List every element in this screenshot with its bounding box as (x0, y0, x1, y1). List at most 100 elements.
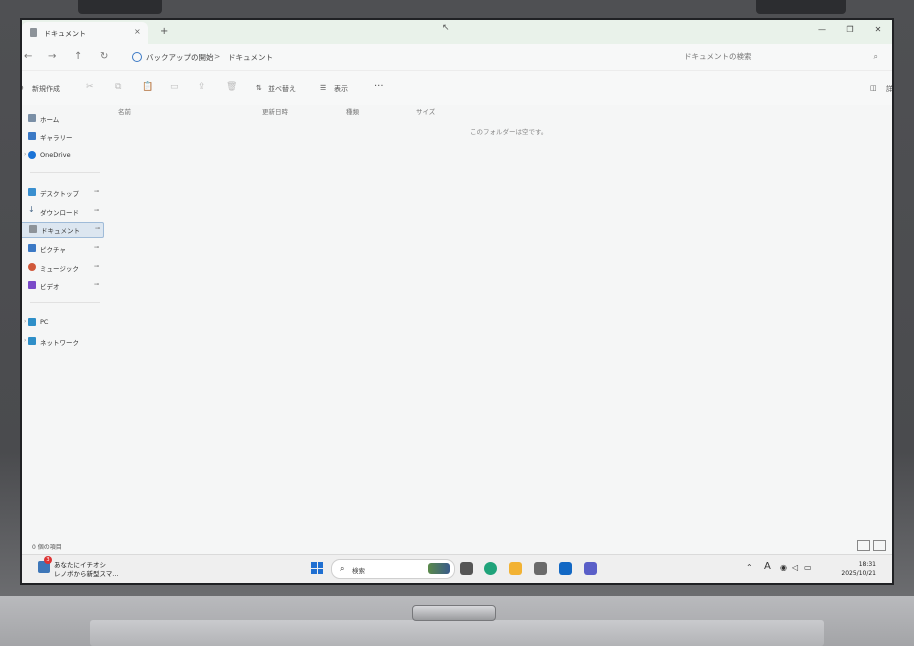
more-button[interactable]: ··· (374, 81, 384, 92)
clock-date: 2025/10/21 (841, 570, 876, 577)
sidebar-divider (30, 172, 100, 173)
sidebar-item-label: ミュージック (40, 265, 79, 273)
desktop-icon (28, 188, 36, 196)
chevron-right-icon[interactable]: › (24, 337, 26, 344)
column-header-type[interactable]: 種類 (346, 106, 359, 116)
item-count: 0 個の項目 (32, 544, 62, 551)
document-tab-icon (30, 28, 37, 37)
search-highlight-image (428, 563, 450, 574)
sidebar-item-label: PC (40, 318, 49, 326)
gallery-icon (28, 132, 36, 140)
tab-close-button[interactable]: × (134, 27, 141, 36)
breadcrumb-backup[interactable]: バックアップの開始 (146, 52, 214, 63)
search-input[interactable] (678, 48, 870, 65)
close-button[interactable]: ✕ (864, 20, 892, 40)
sidebar-divider (30, 302, 100, 303)
sidebar-item-label: ギャラリー (40, 134, 73, 142)
tab-label: ドキュメント (44, 30, 86, 38)
sidebar-item-home[interactable]: ホーム (28, 112, 100, 126)
pin-icon: ⊸ (94, 188, 100, 195)
tiles-view-icon[interactable] (873, 540, 886, 551)
battery-icon[interactable]: ▭ (804, 563, 812, 572)
chevron-right-icon[interactable]: › (24, 318, 26, 325)
chevron-right-icon[interactable]: › (24, 151, 26, 158)
sidebar-item-label: OneDrive (40, 151, 71, 159)
sidebar-item-label: ホーム (40, 116, 60, 124)
sidebar-item-label: ダウンロード (40, 209, 79, 217)
task-view-icon[interactable] (460, 562, 473, 575)
outlook-icon[interactable] (559, 562, 572, 575)
chevron-up-icon[interactable]: ⌃ (746, 563, 753, 572)
file-list[interactable]: 名前 更新日時 種類 サイズ このフォルダーは空です。 (110, 104, 886, 549)
sidebar-item-desktop[interactable]: デスクトップ ⊸ (28, 186, 100, 200)
store-icon[interactable] (534, 562, 547, 575)
wifi-icon[interactable]: ◉ (780, 563, 787, 572)
file-explorer-icon[interactable] (509, 562, 522, 575)
column-header-modified[interactable]: 更新日時 (262, 106, 288, 116)
sidebar-item-network[interactable]: › ネットワーク (24, 335, 100, 349)
window-controls: — ❐ ✕ (808, 20, 892, 40)
sidebar-item-videos[interactable]: ビデオ ⊸ (28, 279, 100, 293)
sidebar-item-onedrive[interactable]: › OneDrive (24, 149, 100, 163)
taskbar-search[interactable]: ⌕ 検索 (331, 559, 455, 579)
sidebar-item-pc[interactable]: › PC (24, 316, 100, 330)
system-tray: ⌃ A ◉ ◁ ▭ 18:31 2025/10/21 (746, 555, 886, 583)
sidebar-item-pictures[interactable]: ピクチャ ⊸ (28, 242, 100, 256)
sidebar-item-label: ネットワーク (40, 339, 79, 347)
up-button[interactable]: ↑ (74, 51, 82, 62)
sidebar-item-gallery[interactable]: ギャラリー (28, 130, 100, 144)
teams-icon[interactable] (584, 562, 597, 575)
new-button[interactable]: 新規作成 (32, 84, 60, 94)
sort-icon: ⇅ (256, 84, 262, 92)
start-button[interactable] (311, 562, 323, 574)
minimize-button[interactable]: — (808, 20, 836, 40)
details-button[interactable]: 詳細 (886, 84, 892, 94)
navigation-bar: ← → ↑ ↻ バックアップの開始 > ドキュメント ⌕ (22, 44, 892, 71)
maximize-button[interactable]: ❐ (836, 20, 864, 40)
cut-icon[interactable]: ✂ (86, 82, 94, 92)
column-header-name[interactable]: 名前 (118, 106, 131, 116)
empty-folder-message: このフォルダーは空です。 (470, 128, 548, 136)
sidebar-item-music[interactable]: ミュージック ⊸ (28, 261, 100, 275)
taskbar-search-label: 検索 (352, 567, 365, 575)
copy-icon[interactable]: ⧉ (115, 82, 121, 92)
clock[interactable]: 18:31 2025/10/21 (841, 560, 876, 578)
volume-icon[interactable]: ◁ (792, 563, 798, 572)
music-icon (28, 263, 36, 271)
paste-icon[interactable]: 📋 (142, 82, 153, 92)
notification-badge: 3 (44, 556, 52, 564)
pin-icon: ⊸ (94, 244, 100, 251)
back-button[interactable]: ← (24, 51, 32, 62)
column-header-size[interactable]: サイズ (416, 106, 435, 116)
view-button[interactable]: 表示 (334, 84, 348, 94)
rename-icon[interactable]: ▭ (170, 82, 179, 92)
sort-button[interactable]: 並べ替え (268, 84, 296, 94)
address-bar[interactable]: バックアップの開始 > ドキュメント (128, 48, 668, 66)
sidebar-item-downloads[interactable]: ↓ ダウンロード ⊸ (28, 205, 100, 219)
video-icon (28, 281, 36, 289)
sidebar-item-label: ピクチャ (40, 246, 66, 254)
command-bar: ⊕ 新規作成 ✂ ⧉ 📋 ▭ ⇪ 🗑 ⇅ 並べ替え ☰ 表示 ··· ◫ 詳細 (22, 71, 892, 105)
ime-indicator[interactable]: A (764, 561, 771, 572)
search-icon: ⌕ (873, 52, 878, 61)
pin-icon: ⊸ (94, 281, 100, 288)
mouse-cursor-icon: ↖ (442, 23, 450, 33)
share-icon[interactable]: ⇪ (198, 82, 206, 92)
laptop-keyboard-deck (90, 620, 824, 646)
delete-icon[interactable]: 🗑 (226, 82, 237, 92)
pc-icon (28, 318, 36, 326)
forward-button[interactable]: → (48, 51, 56, 62)
details-pane-icon: ◫ (870, 84, 877, 92)
sidebar-item-label: デスクトップ (40, 190, 79, 198)
breadcrumb-documents[interactable]: ドキュメント (228, 52, 273, 63)
edge-icon[interactable] (484, 562, 497, 575)
search-box[interactable]: ⌕ (678, 48, 884, 66)
details-view-icon[interactable] (857, 540, 870, 551)
sidebar-item-documents[interactable]: ドキュメント ⊸ (22, 222, 104, 238)
refresh-button[interactable]: ↻ (100, 51, 108, 62)
screen: ドキュメント × + ↖ — ❐ ✕ ← → ↑ ↻ バックアップの開始 > ドキュ… (22, 20, 892, 583)
tab-documents[interactable]: ドキュメント × (22, 22, 148, 44)
new-tab-button[interactable]: + (160, 26, 168, 37)
search-icon: ⌕ (340, 564, 345, 573)
bezel-notch-left (78, 0, 162, 14)
